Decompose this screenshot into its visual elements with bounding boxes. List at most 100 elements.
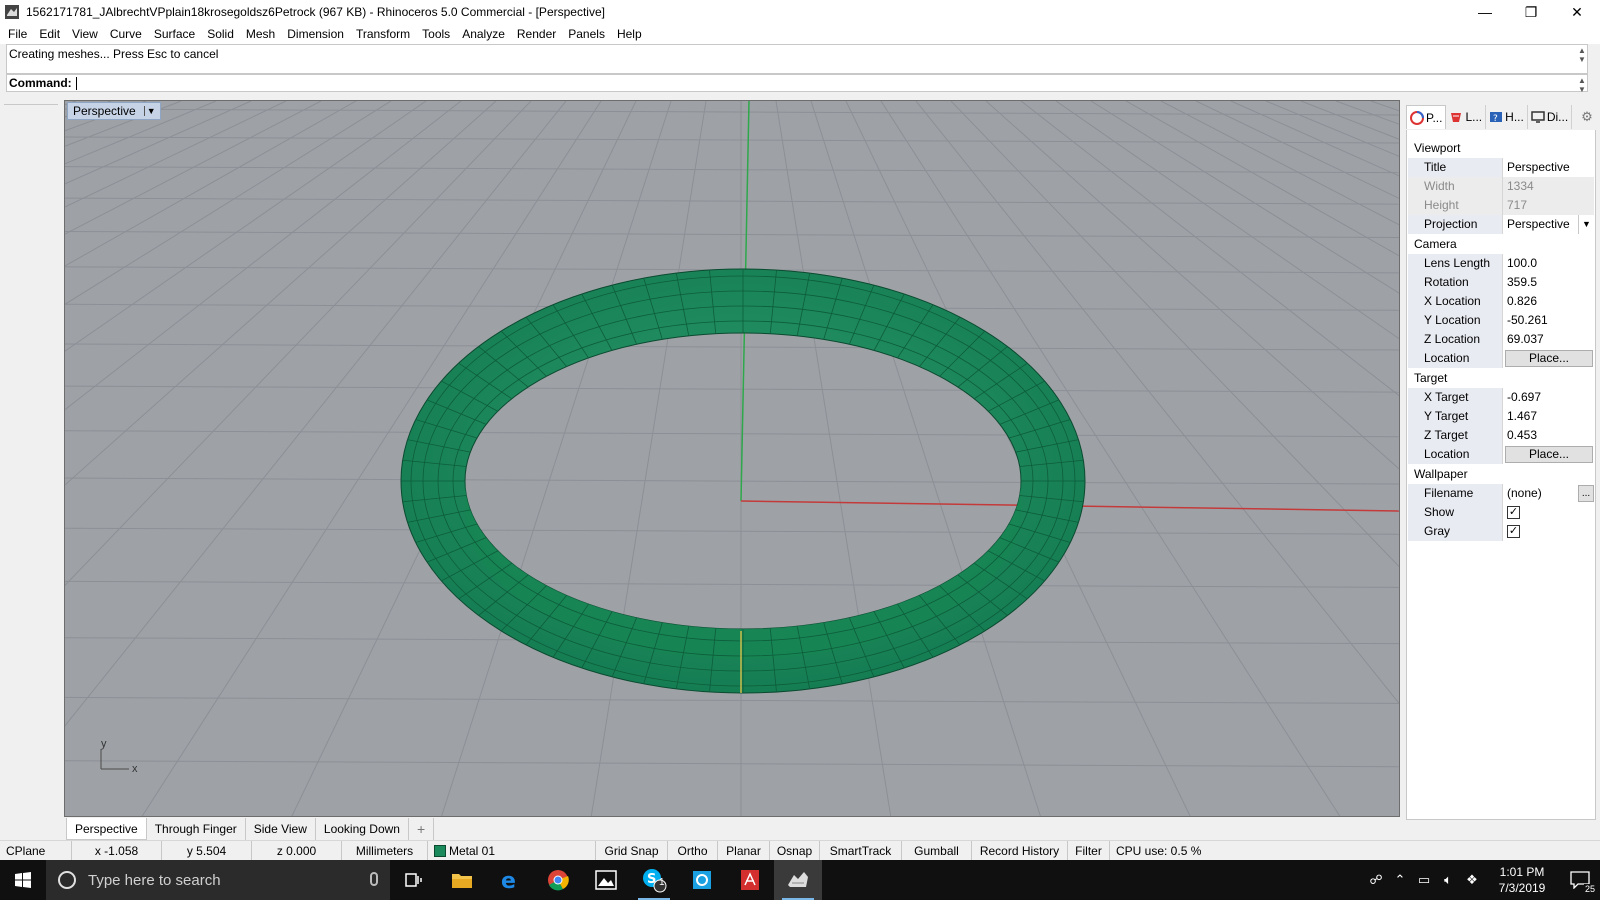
chevron-up-icon[interactable]: ⌃ xyxy=(1388,860,1412,900)
skype-app[interactable]: S 1 xyxy=(630,860,678,900)
row-rotation: Rotation 359.5 xyxy=(1408,272,1594,292)
y-coordinate: y 5.504 xyxy=(162,840,252,861)
rotation-field[interactable]: 359.5 xyxy=(1502,272,1594,292)
window-title: 1562171781_JAlbrechtVPplain18krosegoldsz… xyxy=(26,5,605,19)
minimize-button[interactable]: — xyxy=(1462,0,1508,24)
chrome-app[interactable] xyxy=(534,860,582,900)
action-center-button[interactable]: 25 xyxy=(1560,860,1600,900)
menu-edit[interactable]: Edit xyxy=(33,27,66,41)
command-line[interactable]: Command: xyxy=(6,74,1588,92)
menu-curve[interactable]: Curve xyxy=(104,27,148,41)
menu-view[interactable]: View xyxy=(66,27,104,41)
lens-length-field[interactable]: 100.0 xyxy=(1502,253,1594,273)
x-target-field[interactable]: -0.697 xyxy=(1502,387,1594,407)
rhino-app-icon xyxy=(5,5,19,19)
row-height: Height 717 xyxy=(1408,195,1594,215)
gear-icon[interactable]: ⚙ xyxy=(1578,105,1596,129)
menu-mesh[interactable]: Mesh xyxy=(240,27,281,41)
tab-layers[interactable]: L... xyxy=(1446,105,1487,129)
menu-render[interactable]: Render xyxy=(511,27,562,41)
dropbox-icon[interactable]: ❖ xyxy=(1460,860,1484,900)
show-checkbox[interactable]: ✓ xyxy=(1507,505,1520,519)
tab-display[interactable]: Di... xyxy=(1528,105,1573,129)
edge-icon: e xyxy=(501,869,516,891)
restore-button[interactable]: ❐ xyxy=(1508,0,1554,24)
z-location-field[interactable]: 69.037 xyxy=(1502,329,1594,349)
projection-select[interactable]: Perspective ▼ xyxy=(1502,214,1594,234)
tab-help[interactable]: ? H... xyxy=(1486,105,1528,129)
microphone-icon[interactable] xyxy=(370,872,378,886)
network-icon[interactable]: ▭ xyxy=(1412,860,1436,900)
x-coordinate: x -1.058 xyxy=(72,840,162,861)
viewport-menu-dropdown-icon[interactable]: ▼ xyxy=(143,106,156,116)
sync-app[interactable] xyxy=(678,860,726,900)
title-field[interactable]: Perspective xyxy=(1502,157,1594,177)
edge-app[interactable]: e xyxy=(486,860,534,900)
tab-looking-down[interactable]: Looking Down xyxy=(316,818,409,840)
skype-badge: 1 xyxy=(659,877,665,888)
clock[interactable]: 1:01 PM 7/3/2019 xyxy=(1484,864,1560,896)
row-x-target: X Target -0.697 xyxy=(1408,387,1594,407)
units-label[interactable]: Millimeters xyxy=(342,840,428,861)
menu-tools[interactable]: Tools xyxy=(416,27,456,41)
panel-tabs: P... L... ? H... Di... ⚙ xyxy=(1406,104,1596,130)
y-target-field[interactable]: 1.467 xyxy=(1502,406,1594,426)
gumball-toggle[interactable]: Gumball xyxy=(902,840,972,861)
menu-panels[interactable]: Panels xyxy=(562,27,611,41)
x-location-field[interactable]: 0.826 xyxy=(1502,291,1594,311)
tab-perspective[interactable]: Perspective xyxy=(66,818,147,840)
photos-app[interactable] xyxy=(582,860,630,900)
menu-dimension[interactable]: Dimension xyxy=(281,27,350,41)
menu-transform[interactable]: Transform xyxy=(350,27,416,41)
browse-button[interactable]: ... xyxy=(1578,484,1594,502)
cplane-label[interactable]: CPlane xyxy=(0,840,72,861)
layer-indicator[interactable]: Metal 01 xyxy=(428,840,596,861)
grid-snap-toggle[interactable]: Grid Snap xyxy=(596,840,668,861)
record-history-toggle[interactable]: Record History xyxy=(972,840,1068,861)
command-scroll[interactable]: ▲ ▼ xyxy=(1576,76,1588,94)
tab-through-finger[interactable]: Through Finger xyxy=(147,818,246,840)
row-z-target: Z Target 0.453 xyxy=(1408,425,1594,445)
menu-help[interactable]: Help xyxy=(611,27,648,41)
close-button[interactable]: ✕ xyxy=(1554,0,1600,24)
menu-file[interactable]: File xyxy=(2,27,33,41)
menu-surface[interactable]: Surface xyxy=(148,27,201,41)
task-view-button[interactable] xyxy=(390,860,438,900)
file-explorer-app[interactable] xyxy=(438,860,486,900)
row-gray: Gray ✓ xyxy=(1408,521,1594,541)
gray-checkbox[interactable]: ✓ xyxy=(1507,524,1520,538)
menu-analyze[interactable]: Analyze xyxy=(456,27,511,41)
acrobat-app[interactable] xyxy=(726,860,774,900)
start-button[interactable] xyxy=(0,860,46,900)
properties-body: Viewport Title Perspective Width 1334 Heig… xyxy=(1408,138,1594,541)
perspective-viewport[interactable]: y x Perspective ▼ xyxy=(64,100,1400,817)
people-icon[interactable]: ☍ xyxy=(1364,860,1388,900)
filter-toggle[interactable]: Filter xyxy=(1068,840,1110,861)
add-viewport-tab-icon[interactable]: + xyxy=(409,818,435,840)
planar-toggle[interactable]: Planar xyxy=(718,840,770,861)
row-camera-location: Location Place... xyxy=(1408,348,1594,368)
folder-icon xyxy=(452,874,472,888)
rhino-app[interactable] xyxy=(774,860,822,900)
y-location-field[interactable]: -50.261 xyxy=(1502,310,1594,330)
history-scroll[interactable]: ▲ ▼ xyxy=(1576,46,1588,64)
ortho-toggle[interactable]: Ortho xyxy=(668,840,718,861)
cortana-icon xyxy=(58,871,76,889)
volume-icon[interactable]: 🔈︎ xyxy=(1436,860,1460,900)
camera-place-button[interactable]: Place... xyxy=(1505,349,1593,367)
section-camera: Camera xyxy=(1414,237,1457,251)
sync-icon xyxy=(693,871,711,889)
viewport-canvas[interactable]: y x xyxy=(65,101,1400,817)
row-filename: Filename (none)... xyxy=(1408,483,1594,503)
target-place-button[interactable]: Place... xyxy=(1505,445,1593,463)
taskbar-search[interactable]: Type here to search xyxy=(46,860,390,900)
z-target-field[interactable]: 0.453 xyxy=(1502,425,1594,445)
chevron-down-icon[interactable]: ▼ xyxy=(1578,214,1594,234)
smarttrack-toggle[interactable]: SmartTrack xyxy=(820,840,902,861)
menu-solid[interactable]: Solid xyxy=(201,27,240,41)
filename-field[interactable]: (none)... xyxy=(1502,483,1594,503)
tab-properties[interactable]: P... xyxy=(1406,105,1447,129)
osnap-toggle[interactable]: Osnap xyxy=(770,840,820,861)
viewport-title-label[interactable]: Perspective ▼ xyxy=(67,102,161,120)
tab-side-view[interactable]: Side View xyxy=(246,818,316,840)
